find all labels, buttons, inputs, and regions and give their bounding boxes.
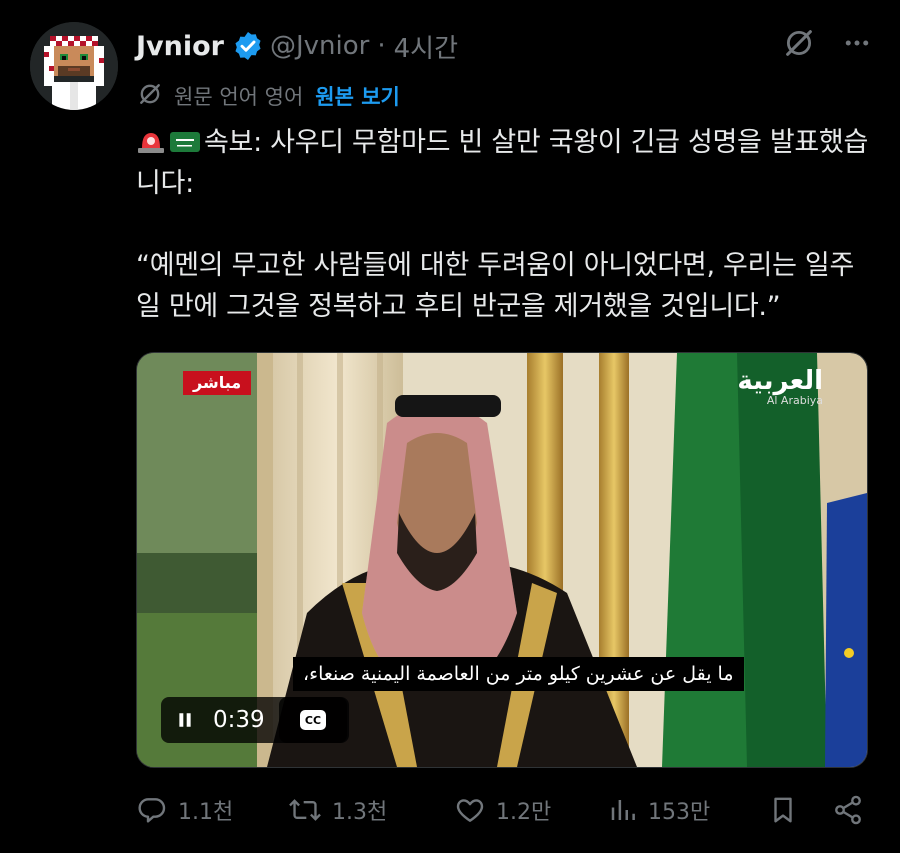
repost-count: 1.3천 <box>332 800 388 825</box>
avatar-pixel-art <box>30 22 118 110</box>
reply-count: 1.1천 <box>178 800 234 825</box>
show-original-link[interactable]: 원본 보기 <box>315 81 400 111</box>
translation-language-label: 원문 언어 영어 <box>174 85 304 109</box>
verified-badge-icon[interactable] <box>232 30 264 62</box>
like-count: 1.2만 <box>496 800 552 825</box>
captions-icon: CC <box>300 710 326 730</box>
more-icon[interactable] <box>842 28 872 58</box>
repost-icon <box>289 799 321 821</box>
tweet-header: Jvnior @Jvnior · 4시간 <box>136 24 458 68</box>
channel-logo: العربية Al Arabiya <box>737 367 823 407</box>
views-icon <box>611 800 635 820</box>
translate-icon <box>136 80 164 113</box>
channel-name-english: Al Arabiya <box>766 394 823 407</box>
share-button[interactable] <box>832 794 864 826</box>
avatar[interactable] <box>30 22 118 110</box>
tweet-paragraph-1: 속보: 사우디 무함마드 빈 살만 국왕이 긴급 성명을 발표했습니다: <box>136 122 876 204</box>
like-icon <box>456 799 484 822</box>
repost-button[interactable]: 1.3천 <box>288 794 387 826</box>
video-subtitle: ما يقل عن عشرين كيلو متر من العاصمة اليم… <box>293 657 744 691</box>
captions-button[interactable]: CC <box>279 697 347 743</box>
tweet-line-1: 속보: 사우디 무함마드 빈 살만 국왕이 긴급 성명을 발표했습니다: <box>136 127 869 199</box>
translation-bar: 원문 언어 영어 원본 보기 <box>136 78 400 114</box>
author-handle[interactable]: @Jvnior <box>270 31 369 61</box>
tweet-paragraph-2: “예멘의 무고한 사람들에 대한 두려움이 아니었다면, 우리는 일주일 만에 … <box>136 250 854 322</box>
grok-icon[interactable] <box>782 26 816 60</box>
like-button[interactable]: 1.2만 <box>454 794 551 826</box>
pause-icon <box>179 713 191 727</box>
tweet-actions: 1.1천 1.3천 1.2만 153만 <box>136 786 870 834</box>
header-actions <box>782 26 872 60</box>
bookmark-button[interactable] <box>768 794 798 826</box>
police-light-emoji <box>136 125 166 153</box>
view-count: 153만 <box>648 800 711 825</box>
bookmark-icon <box>774 797 792 823</box>
tweet-timestamp[interactable]: 4시간 <box>394 28 458 65</box>
share-icon <box>835 795 861 825</box>
video-player[interactable]: مباشر العربية Al Arabiya ما يقل عن عشرين… <box>136 352 868 768</box>
views-button[interactable]: 153만 <box>608 794 710 826</box>
live-badge: مباشر <box>183 371 252 395</box>
video-time: 0:39 <box>213 707 265 733</box>
channel-name-arabic: العربية <box>737 366 823 396</box>
reply-icon <box>138 798 166 823</box>
tweet-text: 속보: 사우디 무함마드 빈 살만 국왕이 긴급 성명을 발표했습니다: “예멘… <box>136 122 876 327</box>
pause-button[interactable] <box>161 697 209 743</box>
saudi-flag-emoji <box>170 125 200 152</box>
header-separator: · <box>377 31 386 61</box>
author-display-name[interactable]: Jvnior <box>136 31 224 62</box>
reply-button[interactable]: 1.1천 <box>136 794 233 826</box>
